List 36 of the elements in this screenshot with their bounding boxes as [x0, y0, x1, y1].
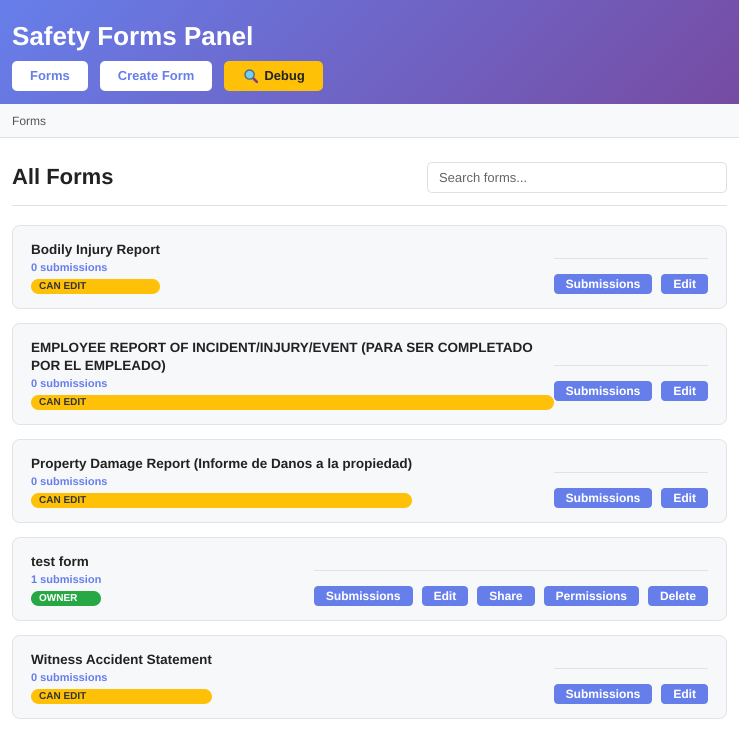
action-button[interactable]: Submissions	[554, 274, 652, 294]
search-field[interactable]: Search forms...	[427, 162, 727, 193]
form-title: Bodily Injury Report	[31, 241, 160, 259]
role-badge: OWNER	[31, 591, 102, 606]
submission-count: 0 submissions	[31, 377, 108, 391]
page-title: Safety Forms Panel	[12, 21, 254, 52]
action-button[interactable]: Delete	[648, 586, 708, 606]
magnifier-icon	[244, 69, 258, 83]
action-button[interactable]: Submissions	[554, 684, 652, 704]
action-button[interactable]: Permissions	[544, 586, 639, 606]
action-button[interactable]: Submissions	[554, 488, 652, 508]
action-button[interactable]: Edit	[661, 380, 708, 400]
role-badge: CAN EDIT	[31, 689, 212, 704]
form-title: test form	[31, 553, 90, 571]
action-button[interactable]: Edit	[422, 586, 468, 606]
form-title: EMPLOYEE REPORT OF INCIDENT/INJURY/EVENT (PARA SER COMPLETADO POR EL EMPLEADO)	[31, 339, 534, 375]
action-button[interactable]: Share	[477, 586, 535, 606]
nav-button[interactable]: Create Form	[100, 61, 212, 91]
action-button[interactable]: Edit	[661, 684, 708, 704]
action-button[interactable]: Edit	[661, 274, 708, 294]
form-title: Witness Accident Statement	[31, 651, 212, 669]
submission-count: 0 submissions	[31, 671, 108, 685]
form-title: Property Damage Report (Informe de Danos a la propiedad)	[31, 455, 412, 473]
nav-button[interactable]: Forms	[12, 61, 88, 91]
role-badge: CAN EDIT	[31, 279, 160, 294]
submission-count: 1 submission	[31, 573, 102, 587]
action-button[interactable]: Submissions	[314, 586, 413, 606]
breadcrumb-item: Forms	[12, 112, 46, 130]
debug-button[interactable]: Debug	[224, 61, 323, 91]
role-badge: CAN EDIT	[31, 493, 412, 508]
page-heading: All Forms	[12, 164, 114, 191]
submission-count: 0 submissions	[31, 475, 108, 489]
action-button[interactable]: Edit	[661, 488, 708, 508]
submission-count: 0 submissions	[31, 261, 108, 275]
role-badge: CAN EDIT	[31, 395, 554, 410]
action-button[interactable]: Submissions	[554, 380, 652, 400]
